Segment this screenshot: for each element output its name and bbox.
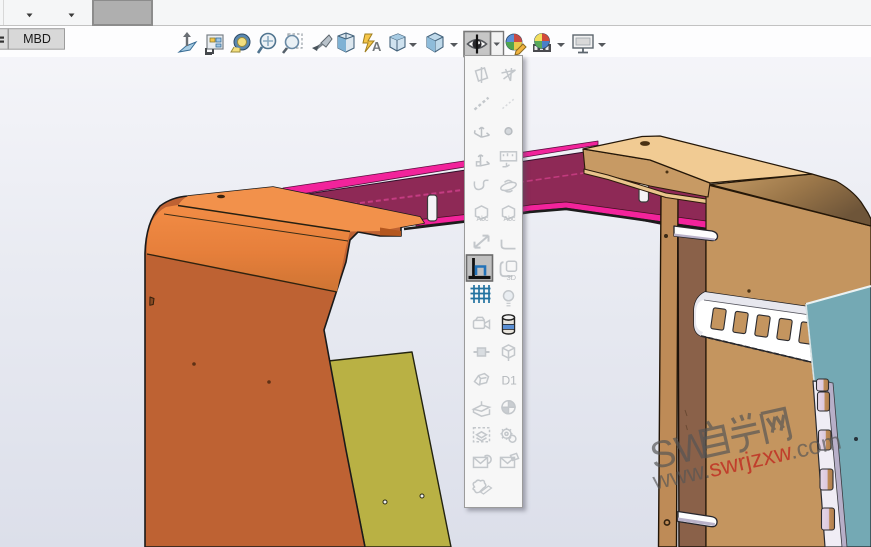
svg-text:Abc: Abc <box>477 216 490 223</box>
svg-text:Abc: Abc <box>504 216 517 223</box>
svg-text:A: A <box>372 39 382 54</box>
svg-text:3D: 3D <box>507 273 517 282</box>
svg-text:D1: D1 <box>502 374 518 388</box>
